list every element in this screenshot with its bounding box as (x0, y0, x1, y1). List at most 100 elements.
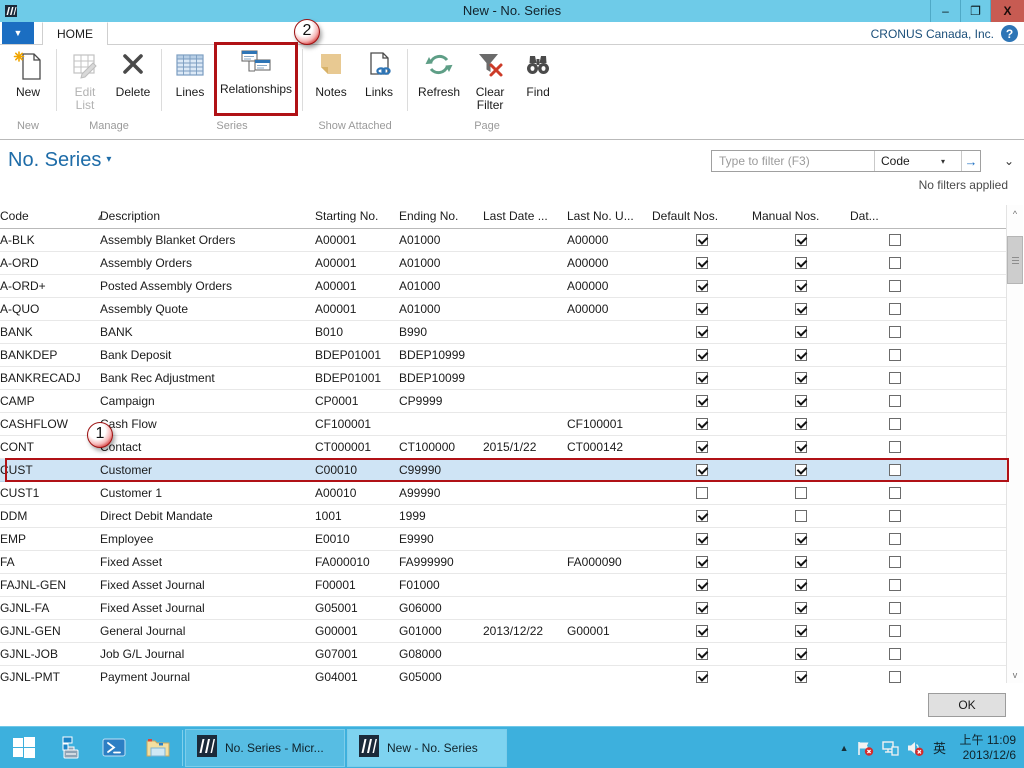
cell-code[interactable]: BANK (0, 320, 100, 344)
server-manager-icon[interactable] (48, 727, 92, 768)
cell-starting-no[interactable]: A00001 (315, 274, 399, 298)
cell-manual-nos[interactable] (752, 343, 850, 367)
cell-manual-nos[interactable] (752, 228, 850, 252)
cell-ending-no[interactable]: A01000 (399, 297, 483, 321)
col-header-ending-no[interactable]: Ending No. (399, 205, 483, 229)
cell-default-nos[interactable] (652, 504, 752, 528)
cell-starting-no[interactable]: B010 (315, 320, 399, 344)
checkbox-unchecked-icon[interactable] (889, 418, 901, 431)
cell-code[interactable]: FAJNL-GEN (0, 573, 100, 597)
cell-description[interactable]: Direct Debit Mandate (100, 504, 315, 528)
cell-starting-no[interactable]: A00001 (315, 297, 399, 321)
cell-starting-no[interactable]: A00010 (315, 481, 399, 505)
col-header-manual-nos[interactable]: Manual Nos. (752, 205, 850, 229)
cell-last-no-used[interactable] (567, 665, 652, 689)
table-row[interactable]: BANKRECADJ Bank Rec Adjustment BDEP01001 BD… (0, 366, 1008, 390)
col-header-code[interactable]: Code ▲ (0, 205, 105, 229)
cell-code[interactable]: CAMP (0, 389, 100, 413)
cell-date-order[interactable] (850, 320, 940, 344)
cell-code[interactable]: A-ORD (0, 251, 100, 275)
cell-date-order[interactable] (850, 596, 940, 620)
filter-field-select[interactable]: Code ▾ (874, 151, 961, 171)
cell-date-order[interactable] (850, 435, 940, 459)
cell-last-no-used[interactable]: A00000 (567, 274, 652, 298)
cell-default-nos[interactable] (652, 573, 752, 597)
cell-ending-no[interactable]: F01000 (399, 573, 483, 597)
col-header-starting-no[interactable]: Starting No. (315, 205, 399, 229)
checkbox-unchecked-icon[interactable] (889, 602, 901, 615)
checkbox-unchecked-icon[interactable] (889, 464, 901, 477)
cell-description[interactable]: Fixed Asset Journal (100, 596, 315, 620)
cell-last-date[interactable] (483, 596, 567, 620)
cell-manual-nos[interactable] (752, 481, 850, 505)
expand-filter-pane-icon[interactable]: ⌄ (1004, 154, 1014, 168)
checkbox-checked-icon[interactable] (795, 257, 807, 270)
table-row[interactable]: CUST Customer C00010 C99990 (0, 458, 1008, 482)
new-button[interactable]: New (4, 45, 52, 99)
cell-last-date[interactable] (483, 389, 567, 413)
cell-description[interactable]: Fixed Asset (100, 550, 315, 574)
cell-starting-no[interactable]: A00001 (315, 228, 399, 252)
cell-filler[interactable] (940, 550, 1008, 574)
cell-default-nos[interactable] (652, 251, 752, 275)
cell-ending-no[interactable]: A01000 (399, 274, 483, 298)
taskbar-item-new-no-series[interactable]: New - No. Series (347, 728, 507, 767)
cell-default-nos[interactable] (652, 596, 752, 620)
cell-filler[interactable] (940, 596, 1008, 620)
cell-description[interactable]: Contact (100, 435, 315, 459)
cell-date-order[interactable] (850, 573, 940, 597)
scroll-down-icon[interactable]: v (1007, 666, 1023, 683)
col-header-last-no-used[interactable]: Last No. U... (567, 205, 652, 229)
table-row[interactable]: FAJNL-GEN Fixed Asset Journal F00001 F01000 (0, 573, 1008, 597)
cell-ending-no[interactable]: B990 (399, 320, 483, 344)
scroll-up-icon[interactable]: ^ (1007, 205, 1023, 222)
cell-last-no-used[interactable]: FA000090 (567, 550, 652, 574)
clock[interactable]: 上午 11:09 2013/12/6 (956, 733, 1016, 763)
cell-code[interactable]: GJNL-PMT (0, 665, 100, 689)
cell-default-nos[interactable] (652, 665, 752, 689)
cell-filler[interactable] (940, 527, 1008, 551)
cell-starting-no[interactable]: BDEP01001 (315, 343, 399, 367)
checkbox-unchecked-icon[interactable] (889, 579, 901, 592)
table-row[interactable]: A-BLK Assembly Blanket Orders A00001 A01000… (0, 228, 1008, 252)
cell-manual-nos[interactable] (752, 573, 850, 597)
cell-ending-no[interactable]: BDEP10099 (399, 366, 483, 390)
cell-filler[interactable] (940, 320, 1008, 344)
cell-last-no-used[interactable]: A00000 (567, 228, 652, 252)
help-icon[interactable]: ? (1001, 25, 1018, 42)
cell-ending-no[interactable]: A99990 (399, 481, 483, 505)
cell-ending-no[interactable]: A01000 (399, 228, 483, 252)
table-row[interactable]: GJNL-GEN General Journal G00001 G01000 2013/… (0, 619, 1008, 643)
col-header-description[interactable]: Description (100, 205, 315, 229)
cell-default-nos[interactable] (652, 642, 752, 666)
table-row[interactable]: GJNL-JOB Job G/L Journal G07001 G08000 (0, 642, 1008, 666)
cell-date-order[interactable] (850, 389, 940, 413)
checkbox-checked-icon[interactable] (696, 464, 708, 477)
checkbox-checked-icon[interactable] (696, 349, 708, 362)
cell-code[interactable]: BANKDEP (0, 343, 100, 367)
network-error-icon[interactable] (856, 739, 874, 757)
cell-description[interactable]: Bank Deposit (100, 343, 315, 367)
checkbox-checked-icon[interactable] (696, 257, 708, 270)
table-row[interactable]: CASHFLOW Cash Flow CF100001 CF100001 (0, 412, 1008, 436)
page-title-dropdown-icon[interactable]: ▾ (106, 154, 111, 165)
cell-starting-no[interactable]: E0010 (315, 527, 399, 551)
cell-default-nos[interactable] (652, 320, 752, 344)
cell-last-date[interactable] (483, 320, 567, 344)
cell-starting-no[interactable]: A00001 (315, 251, 399, 275)
cell-ending-no[interactable]: A01000 (399, 251, 483, 275)
apply-filter-icon[interactable]: → (960, 151, 980, 171)
checkbox-unchecked-icon[interactable] (889, 556, 901, 569)
cell-last-date[interactable]: 2015/1/22 (483, 435, 567, 459)
cell-filler[interactable] (940, 251, 1008, 275)
cell-filler[interactable] (940, 435, 1008, 459)
table-row[interactable]: CAMP Campaign CP0001 CP9999 (0, 389, 1008, 413)
cell-ending-no[interactable]: 1999 (399, 504, 483, 528)
cell-default-nos[interactable] (652, 458, 752, 482)
cell-manual-nos[interactable] (752, 297, 850, 321)
cell-manual-nos[interactable] (752, 550, 850, 574)
cell-date-order[interactable] (850, 228, 940, 252)
cell-manual-nos[interactable] (752, 274, 850, 298)
cell-default-nos[interactable] (652, 389, 752, 413)
cell-code[interactable]: DDM (0, 504, 100, 528)
